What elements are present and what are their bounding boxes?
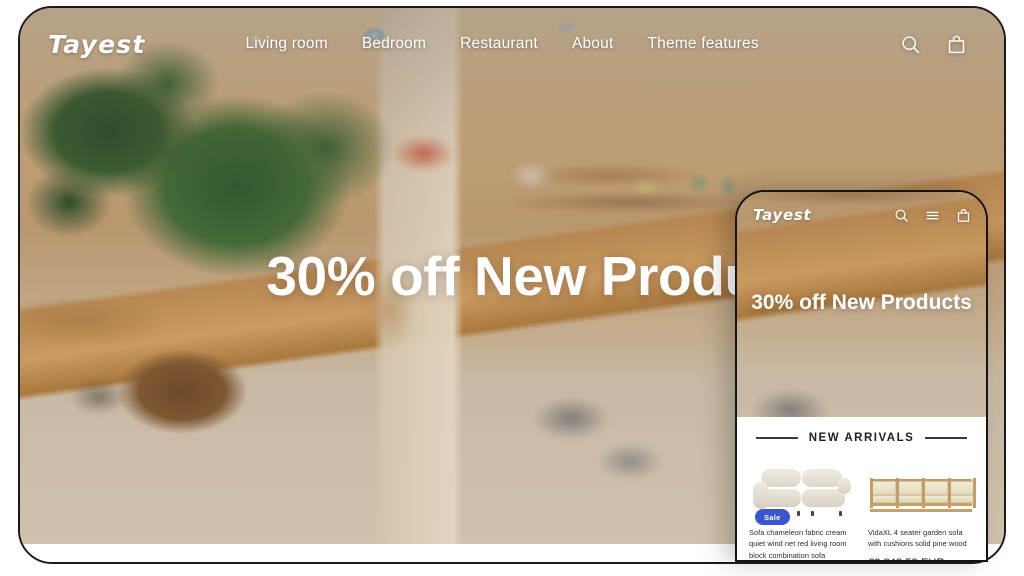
phone-header-actions	[893, 207, 972, 224]
new-arrivals-label: NEW ARRIVALS	[808, 432, 915, 444]
product-grid: Sale Sofa chameleon fabric cream quiet w…	[749, 457, 976, 561]
menu-icon[interactable]	[924, 207, 941, 224]
heading-rule-right	[925, 437, 968, 439]
site-header: Tayest Living room Bedroom Restaurant Ab…	[20, 8, 1004, 80]
bag-icon[interactable]	[944, 32, 968, 56]
nav-item-bedroom[interactable]: Bedroom	[362, 35, 426, 53]
search-icon[interactable]	[898, 32, 922, 56]
main-navigation: Living room Bedroom Restaurant About The…	[245, 35, 758, 53]
product-title[interactable]: Sofa chameleon fabric cream quiet wind n…	[749, 527, 855, 560]
nav-item-living-room[interactable]: Living room	[245, 35, 327, 53]
bag-icon[interactable]	[955, 207, 972, 224]
nav-item-theme-features[interactable]: Theme features	[647, 35, 758, 53]
search-icon[interactable]	[893, 207, 910, 224]
product-card[interactable]: Sale Sofa chameleon fabric cream quiet w…	[749, 457, 855, 560]
sofa-illustration	[868, 469, 976, 517]
new-arrivals-heading: NEW ARRIVALS	[749, 432, 974, 444]
phone-mockup-frame: Tayest 30% off New Products NEW ARRIVALS…	[735, 190, 988, 562]
phone-content: NEW ARRIVALS Sale Sofa chameleon fabric …	[737, 417, 986, 560]
nav-item-restaurant[interactable]: Restaurant	[460, 35, 538, 53]
product-card[interactable]: VidaXL 4 seater garden sofa with cushion…	[868, 457, 976, 561]
phone-logo[interactable]: Tayest	[753, 206, 811, 224]
phone-hero: Tayest 30% off New Products	[737, 192, 986, 417]
product-image[interactable]	[868, 457, 976, 517]
site-logo[interactable]: Tayest	[48, 30, 145, 59]
product-title[interactable]: VidaXL 4 seater garden sofa with cushion…	[868, 527, 974, 550]
nav-item-about[interactable]: About	[572, 35, 614, 53]
product-image[interactable]: Sale	[749, 457, 855, 525]
header-actions	[898, 32, 968, 56]
phone-header: Tayest	[737, 192, 986, 238]
phone-hero-title: 30% off New Products	[751, 291, 972, 314]
heading-rule-left	[755, 437, 798, 439]
product-price: €2,848.59 EUR	[868, 557, 974, 561]
sale-badge: Sale	[755, 509, 790, 525]
